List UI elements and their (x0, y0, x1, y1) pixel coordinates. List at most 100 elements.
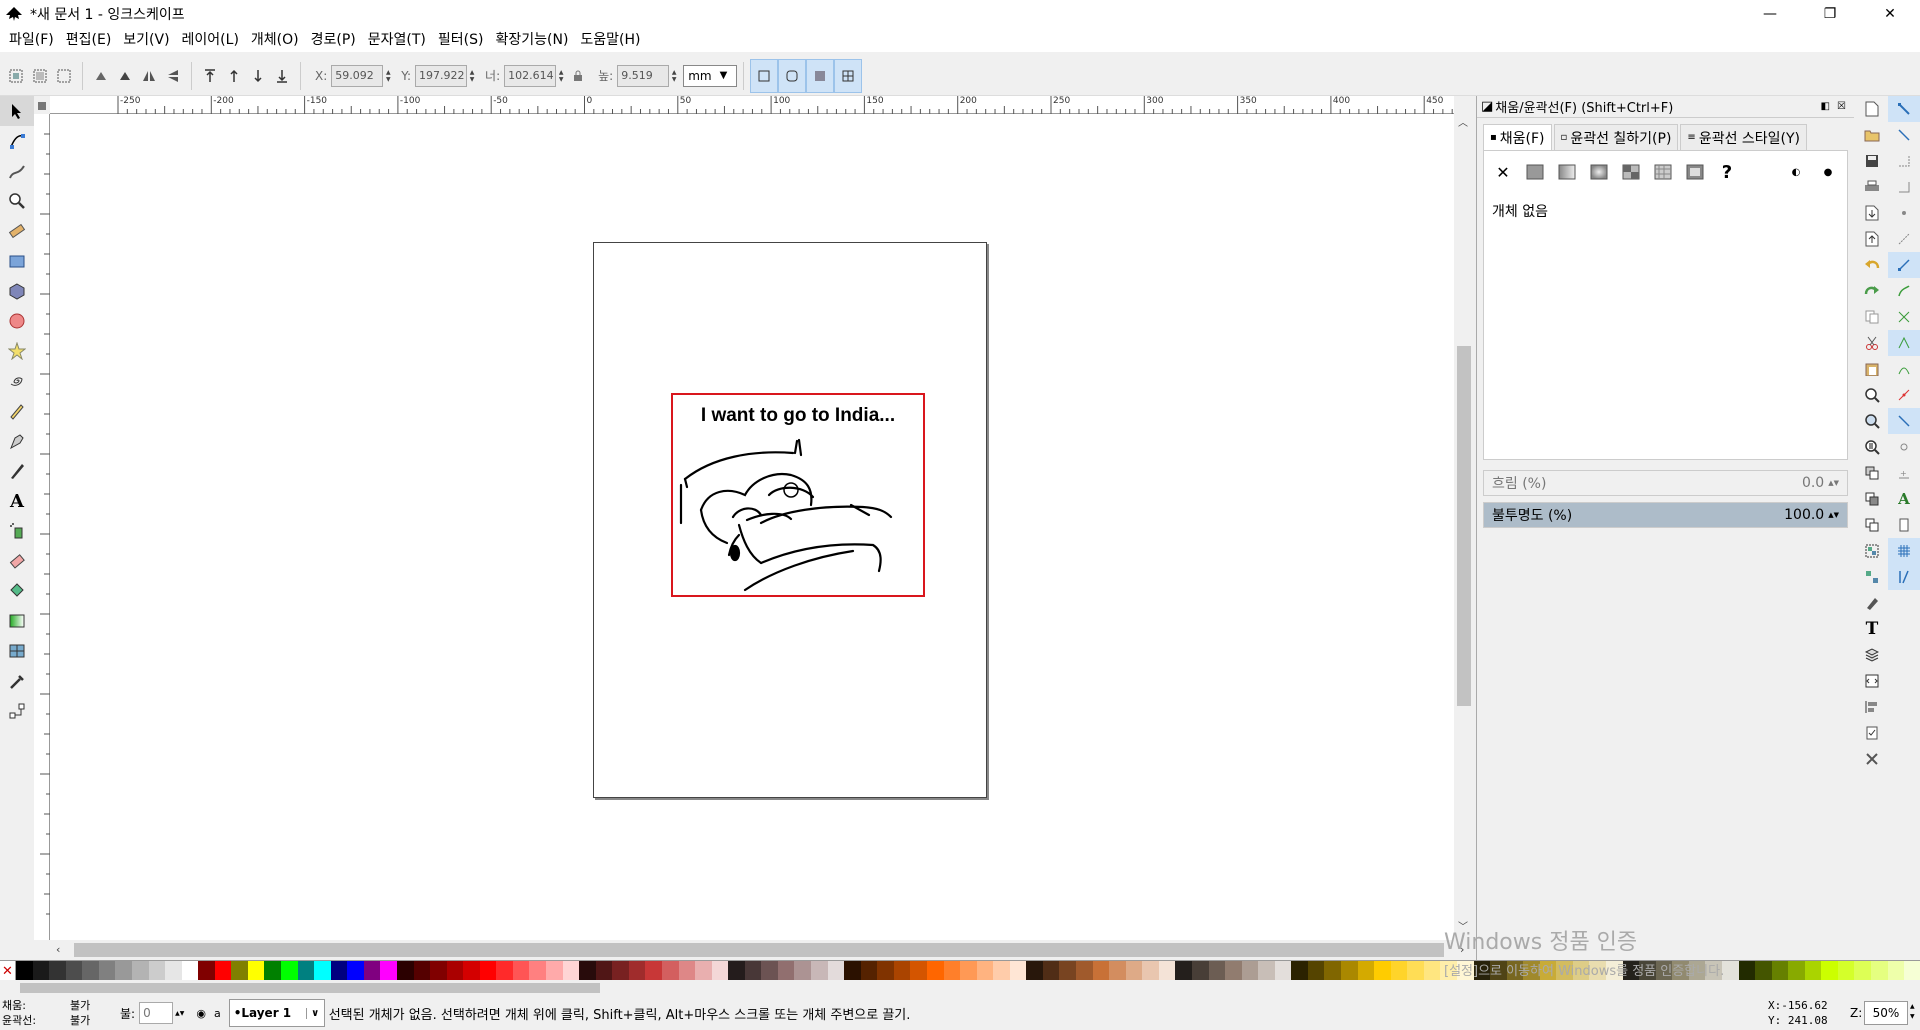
paint-bucket-tool-icon[interactable] (0, 576, 34, 606)
snap-bbox-icon[interactable] (1888, 122, 1920, 148)
menu-text[interactable]: 문자열(T) (365, 28, 435, 52)
y-spin-arrows[interactable]: ▲ ▼ (467, 65, 477, 87)
palette-swatch[interactable] (396, 961, 414, 981)
palette-swatch[interactable] (1374, 961, 1391, 981)
palette-swatch[interactable] (1804, 961, 1822, 981)
preferences-icon[interactable] (1856, 720, 1888, 746)
opacity-status-spin-icon[interactable]: ▲▼ (175, 1010, 184, 1017)
snap-smooth-nodes-icon[interactable] (1888, 356, 1920, 382)
pattern-icon[interactable] (1652, 161, 1674, 183)
horizontal-scroll-thumb[interactable] (74, 943, 1444, 957)
palette-swatch[interactable] (1904, 961, 1920, 981)
palette-swatch[interactable] (1506, 961, 1524, 981)
lower-to-bottom-icon[interactable] (270, 62, 294, 90)
eraser-tool-icon[interactable] (0, 546, 34, 576)
palette-swatch[interactable] (1390, 961, 1408, 981)
snap-grid-icon[interactable] (1888, 538, 1920, 564)
palette-swatch[interactable] (960, 961, 977, 981)
x-input[interactable]: 59.092 (331, 64, 384, 87)
open-icon[interactable] (1856, 122, 1888, 148)
palette-swatch[interactable] (1142, 961, 1159, 981)
palette-swatch[interactable] (1423, 961, 1441, 981)
layer-lock-icon[interactable]: a (214, 1007, 221, 1020)
spiral-tool-icon[interactable] (0, 366, 34, 396)
raise-to-top-icon[interactable] (198, 62, 222, 90)
palette-swatch[interactable] (1357, 961, 1375, 981)
palette-swatch[interactable] (1208, 961, 1226, 981)
ellipse-tool-icon[interactable] (0, 306, 34, 336)
snap-paths-icon[interactable] (1888, 278, 1920, 304)
zoom-page-icon[interactable] (1856, 434, 1888, 460)
pencil-tool-icon[interactable] (0, 396, 34, 426)
palette-swatch[interactable] (1241, 961, 1259, 981)
snap-centers-icon[interactable] (1888, 408, 1920, 434)
palette-swatch[interactable] (595, 961, 613, 981)
scroll-down-arrow-icon[interactable]: ﹀ (1458, 918, 1468, 933)
palette-swatch[interactable] (1771, 961, 1789, 981)
palette-swatch[interactable] (612, 961, 629, 981)
palette-swatch[interactable] (1490, 961, 1507, 981)
layer-visibility-icon[interactable]: ◉ (196, 1007, 206, 1020)
tab-fill[interactable]: ▪ 채움(F) (1483, 124, 1552, 150)
vertical-ruler[interactable] (34, 114, 50, 940)
palette-swatch[interactable] (1721, 961, 1739, 981)
palette-swatch[interactable] (1456, 961, 1474, 981)
palette-swatch[interactable] (910, 961, 927, 981)
clone-icon[interactable] (1856, 486, 1888, 512)
opacity-status-input[interactable]: 0 (139, 1002, 174, 1024)
layers-dialog-icon[interactable] (1856, 642, 1888, 668)
lock-ratio-icon[interactable] (566, 62, 590, 90)
raise-icon[interactable] (222, 62, 246, 90)
tweak-tool-icon[interactable] (0, 156, 34, 186)
height-input[interactable]: 9.519 (617, 64, 670, 87)
x-spin-arrows[interactable]: ▲ ▼ (383, 65, 393, 87)
tab-stroke-paint[interactable]: ▫ 윤곽선 칠하기(P) (1553, 124, 1679, 150)
palette-swatch[interactable] (82, 961, 99, 981)
save-icon[interactable] (1856, 148, 1888, 174)
palette-swatch[interactable] (711, 961, 729, 981)
select-all-layers-icon[interactable] (28, 62, 52, 90)
palette-swatch[interactable] (728, 961, 745, 981)
unit-select[interactable]: mm ▼ (683, 64, 738, 87)
panel-close-icon[interactable]: ☒ (1837, 101, 1846, 112)
palette-swatch[interactable] (1407, 961, 1424, 981)
panel-iconify-icon[interactable]: ◧ (1821, 101, 1830, 112)
palette-swatch[interactable] (976, 961, 994, 981)
scroll-right-arrow-icon[interactable]: › (1460, 943, 1464, 956)
palette-swatch[interactable] (1887, 961, 1905, 981)
palette-swatch[interactable] (1324, 961, 1341, 981)
palette-swatch[interactable] (1307, 961, 1325, 981)
blur-slider[interactable]: 흐림 (%) 0.0 ▲▼ (1483, 470, 1848, 496)
palette-swatch[interactable] (827, 961, 845, 981)
pen-tool-icon[interactable] (0, 426, 34, 456)
text-font-dialog-icon[interactable]: T (1856, 616, 1888, 642)
deselect-icon[interactable] (52, 62, 76, 90)
palette-swatch[interactable] (1258, 961, 1275, 981)
import-icon[interactable] (1856, 200, 1888, 226)
palette-swatch[interactable] (1092, 961, 1110, 981)
snap-nodes-icon[interactable] (1888, 252, 1920, 278)
fill-rule-evenodd-icon[interactable]: ◐ (1785, 161, 1807, 183)
selector-tool-icon[interactable] (0, 96, 34, 126)
palette-swatch[interactable] (1225, 961, 1242, 981)
palette-swatch[interactable] (1158, 961, 1176, 981)
palette-swatch[interactable] (777, 961, 795, 981)
rectangle-tool-icon[interactable] (0, 246, 34, 276)
palette-scrollbar[interactable] (0, 980, 1920, 996)
opacity-spin-icon[interactable]: ▲▼ (1828, 511, 1839, 519)
menu-view[interactable]: 보기(V) (120, 28, 178, 52)
opacity-slider[interactable]: 불투명도 (%) 100.0 ▲▼ (1483, 502, 1848, 528)
no-color-swatch[interactable]: ✕ (0, 961, 16, 981)
cut-icon[interactable] (1856, 330, 1888, 356)
palette-swatch[interactable] (1341, 961, 1358, 981)
drawing-canvas[interactable]: I want to go to India... (50, 114, 1454, 940)
palette-swatch[interactable] (1274, 961, 1292, 981)
vertical-scrollbar[interactable]: ︿ ﹀ (1454, 96, 1474, 940)
palette-swatch[interactable] (1291, 961, 1308, 981)
width-spin-arrows[interactable]: ▲ ▼ (556, 65, 566, 87)
palette-swatch[interactable] (32, 961, 50, 981)
measure-tool-icon[interactable] (0, 216, 34, 246)
horizontal-scrollbar[interactable]: ‹ › (50, 940, 1474, 960)
select-all-icon[interactable] (4, 62, 28, 90)
snap-guides-icon[interactable] (1888, 564, 1920, 590)
